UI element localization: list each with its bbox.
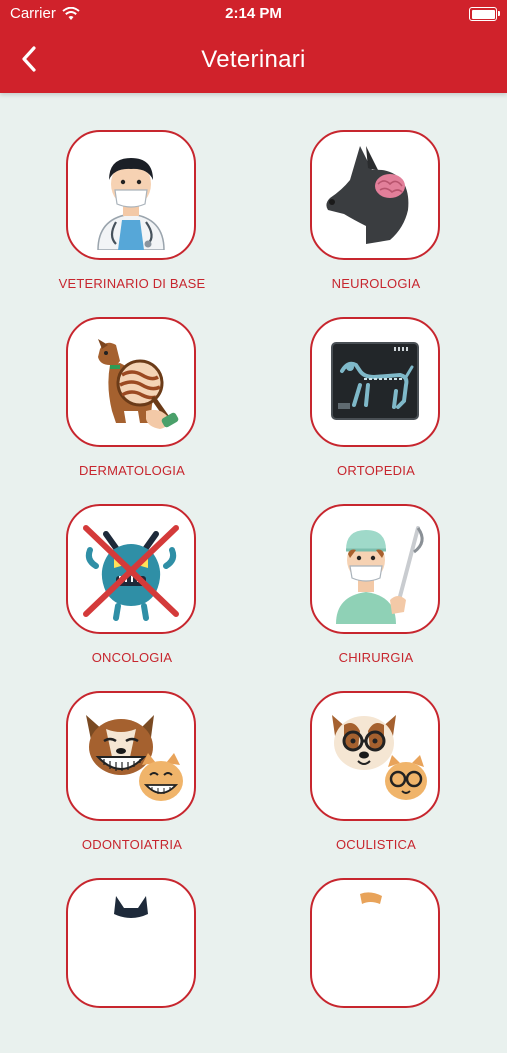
category-label: ODONTOIATRIA [81, 837, 183, 852]
category-label: ORTOPEDIA [337, 463, 415, 478]
tile-frame [66, 504, 196, 634]
navigation-bar: Carrier 2:14 PM Veterinari [0, 0, 507, 93]
smiling-dog-cat-icon [86, 715, 183, 801]
cat-icon [114, 896, 148, 918]
tile-frame [66, 878, 196, 1008]
category-item-9[interactable] [32, 878, 232, 1053]
category-label: VETERINARIO DI BASE [58, 276, 206, 291]
dog-xray-icon [331, 342, 419, 420]
dog-brain-icon [326, 146, 409, 244]
category-neurologia[interactable]: NEUROLOGIA [276, 130, 476, 305]
page-title: Veterinari [201, 46, 306, 73]
category-label: OCULISTICA [335, 837, 416, 852]
crossed-monster-icon [83, 525, 179, 621]
tile-frame [66, 691, 196, 821]
tile-frame [66, 130, 196, 260]
category-dermatologia[interactable]: DERMATOLOGIA [32, 317, 232, 492]
category-label: CHIRURGIA [338, 650, 414, 665]
veterinarian-icon [97, 158, 165, 250]
dog-skin-magnifier-icon [98, 339, 179, 429]
category-label: ONCOLOGIA [91, 650, 173, 665]
tile-frame [310, 504, 440, 634]
tile-frame [310, 878, 440, 1008]
category-grid: VETERINARIO DI BASE NEUROLOGIA DERMATOLO… [0, 93, 507, 1008]
tile-frame [310, 691, 440, 821]
category-oncologia[interactable]: ONCOLOGIA [32, 504, 232, 679]
status-bar: Carrier 2:14 PM [0, 0, 507, 28]
surgeon-icon [336, 526, 424, 624]
tile-frame [66, 317, 196, 447]
tile-frame [310, 130, 440, 260]
category-veterinario-di-base[interactable]: VETERINARIO DI BASE [32, 130, 232, 305]
animal-icon [360, 892, 382, 904]
category-ortopedia[interactable]: ORTOPEDIA [276, 317, 476, 492]
tile-frame [310, 317, 440, 447]
category-item-10[interactable] [276, 878, 476, 1053]
category-chirurgia[interactable]: CHIRURGIA [276, 504, 476, 679]
category-label: NEUROLOGIA [331, 276, 421, 291]
category-oculistica[interactable]: OCULISTICA [276, 691, 476, 866]
battery-icon [469, 7, 500, 21]
dog-cat-glasses-icon [332, 715, 427, 800]
category-label: DERMATOLOGIA [79, 463, 185, 478]
category-odontoiatria[interactable]: ODONTOIATRIA [32, 691, 232, 866]
status-time: 2:14 PM [225, 5, 282, 22]
